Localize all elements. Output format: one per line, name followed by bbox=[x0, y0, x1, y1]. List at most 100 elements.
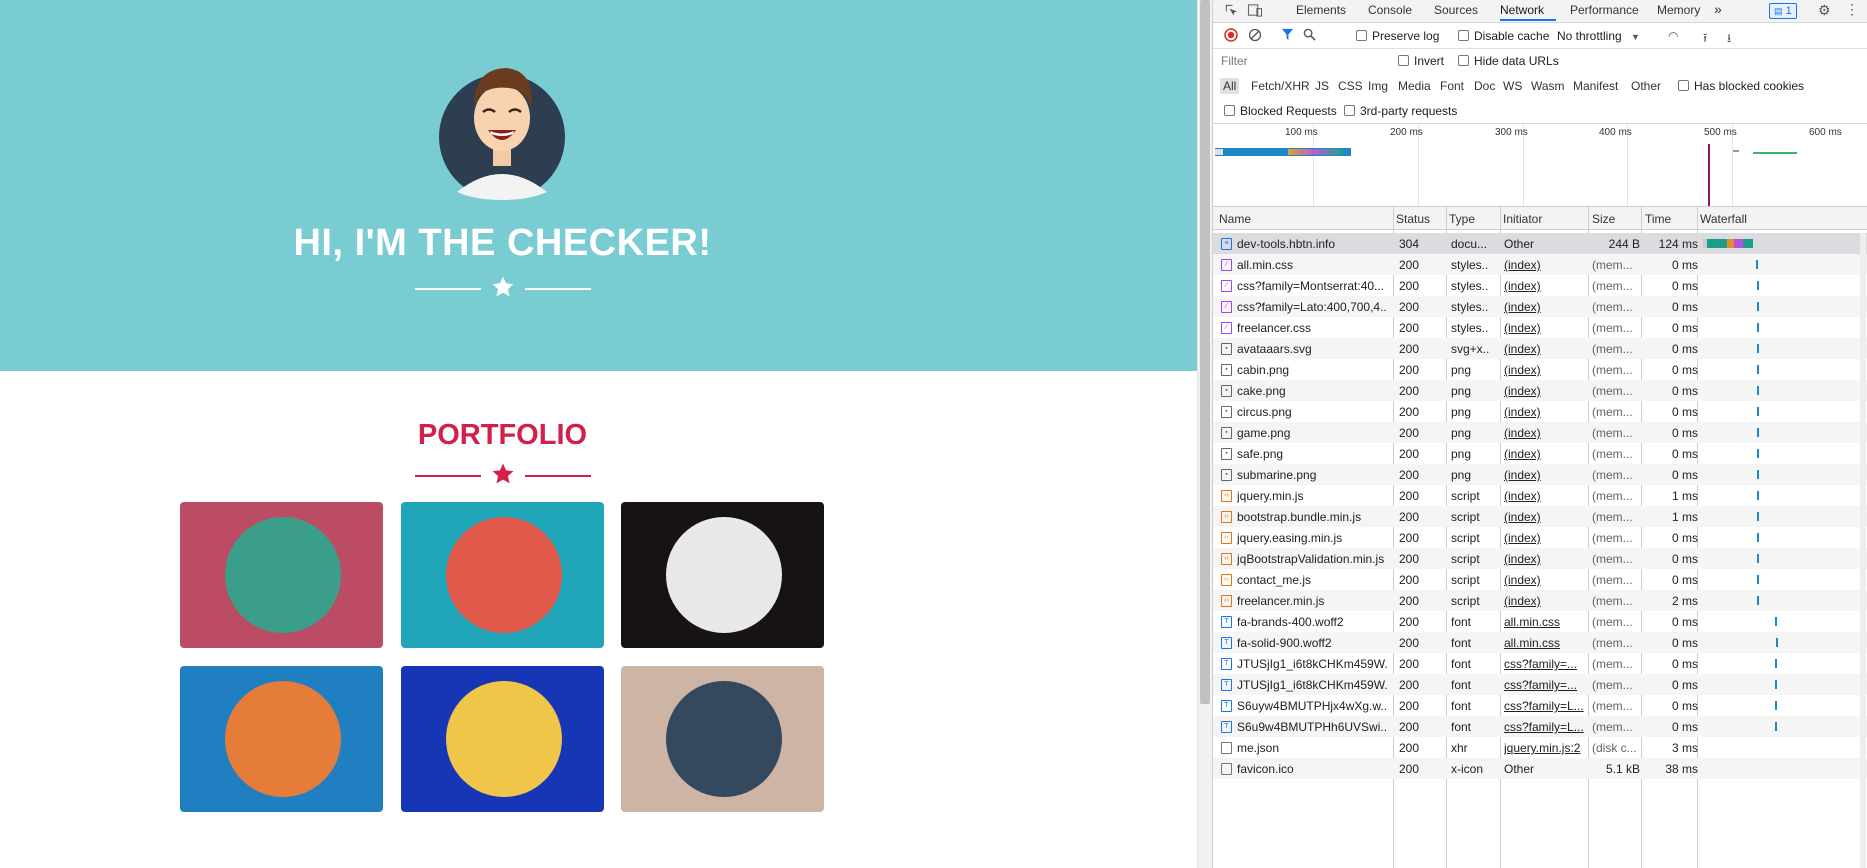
cell-initiator[interactable]: (index) bbox=[1504, 279, 1584, 293]
export-har-icon[interactable]: ⭳ bbox=[1727, 29, 1731, 50]
type-filter-css[interactable]: CSS bbox=[1338, 79, 1363, 93]
tab-performance[interactable]: Performance bbox=[1570, 3, 1639, 19]
tab-network[interactable]: Network bbox=[1500, 3, 1544, 19]
table-row[interactable]: ▪ avataaars.svg 200 svg+x... (index) (mem... 0… bbox=[1213, 338, 1867, 359]
page-scrollbar[interactable] bbox=[1197, 0, 1212, 868]
table-row[interactable]: ⁄ css?family=Montserrat:40... 200 styles...… bbox=[1213, 275, 1867, 296]
column-size[interactable]: Size bbox=[1592, 212, 1615, 226]
disable-cache-checkbox[interactable]: Disable cache bbox=[1458, 29, 1549, 43]
column-status[interactable]: Status bbox=[1396, 212, 1430, 226]
settings-gear-icon[interactable]: ⚙ bbox=[1818, 2, 1831, 19]
cell-initiator[interactable]: (index) bbox=[1504, 405, 1584, 419]
column-type[interactable]: Type bbox=[1449, 212, 1475, 226]
cell-initiator[interactable]: jquery.min.js:2 bbox=[1504, 741, 1584, 755]
table-row[interactable]: ‹› freelancer.min.js 200 script (index) (mem.… bbox=[1213, 590, 1867, 611]
type-filter-other[interactable]: Other bbox=[1631, 79, 1661, 93]
column-waterfall[interactable]: Waterfall bbox=[1700, 212, 1747, 226]
type-filter-media[interactable]: Media bbox=[1398, 79, 1431, 93]
cell-initiator[interactable]: (index) bbox=[1504, 468, 1584, 482]
filter-icon[interactable] bbox=[1281, 28, 1294, 41]
table-row[interactable]: T JTUSjIg1_i6t8kCHKm459W... 200 font css?fam… bbox=[1213, 674, 1867, 695]
table-row[interactable]: T JTUSjIg1_i6t8kCHKm459W... 200 font css?fam… bbox=[1213, 653, 1867, 674]
table-row[interactable]: ⁄ all.min.css 200 styles... (index) (mem... 0 … bbox=[1213, 254, 1867, 275]
cell-initiator[interactable]: (index) bbox=[1504, 594, 1584, 608]
cell-initiator[interactable]: (index) bbox=[1504, 573, 1584, 587]
record-stop-icon[interactable] bbox=[1224, 28, 1238, 42]
cell-initiator[interactable]: (index) bbox=[1504, 426, 1584, 440]
hide-data-urls-checkbox[interactable]: Hide data URLs bbox=[1458, 54, 1559, 68]
table-row[interactable]: Tfa-solid-900.woff2 200 font all.min.css (me… bbox=[1213, 632, 1867, 653]
portfolio-item-cake[interactable] bbox=[401, 502, 604, 648]
table-row[interactable]: ⁄ freelancer.css 200 styles... (index) (mem..… bbox=[1213, 317, 1867, 338]
column-name[interactable]: Name bbox=[1219, 212, 1251, 226]
import-har-icon[interactable]: ⭱ bbox=[1703, 29, 1707, 50]
column-time[interactable]: Time bbox=[1645, 212, 1671, 226]
cell-initiator[interactable]: (index) bbox=[1504, 342, 1584, 356]
throttling-select[interactable]: No throttling ▼ bbox=[1557, 29, 1640, 43]
cell-initiator[interactable]: all.min.css bbox=[1504, 615, 1584, 629]
table-row[interactable]: Tfa-brands-400.woff2 200 font all.min.css (m… bbox=[1213, 611, 1867, 632]
type-filter-font[interactable]: Font bbox=[1440, 79, 1464, 93]
device-toolbar-icon[interactable] bbox=[1247, 3, 1263, 18]
cell-initiator[interactable]: (index) bbox=[1504, 531, 1584, 545]
type-filter-js[interactable]: JS bbox=[1315, 79, 1329, 93]
type-filter-doc[interactable]: Doc bbox=[1474, 79, 1495, 93]
cell-initiator[interactable]: all.min.css bbox=[1504, 636, 1584, 650]
cell-initiator[interactable]: css?family=L... bbox=[1504, 699, 1584, 713]
table-row[interactable]: ‹› jquery.min.js 200 script (index) (mem... 1 … bbox=[1213, 485, 1867, 506]
search-icon[interactable] bbox=[1303, 28, 1316, 41]
filter-input[interactable] bbox=[1219, 52, 1387, 70]
cell-initiator[interactable]: css?family=... bbox=[1504, 657, 1584, 671]
table-row[interactable]: ‹› jquery.easing.min.js 200 script (index) (m… bbox=[1213, 527, 1867, 548]
type-filter-all[interactable]: All bbox=[1220, 78, 1240, 94]
cell-initiator[interactable]: (index) bbox=[1504, 447, 1584, 461]
preserve-log-checkbox[interactable]: Preserve log bbox=[1356, 29, 1439, 43]
inspect-element-icon[interactable] bbox=[1224, 3, 1239, 18]
network-overview-timeline[interactable]: 100 ms 200 ms 300 ms 400 ms 500 ms 600 m… bbox=[1213, 124, 1867, 207]
invert-checkbox[interactable]: Invert bbox=[1398, 54, 1444, 68]
issues-badge[interactable]: ▤ 1 bbox=[1769, 3, 1797, 19]
clear-icon[interactable] bbox=[1248, 28, 1262, 42]
table-row[interactable]: ‹› bootstrap.bundle.min.js 200 script (index… bbox=[1213, 506, 1867, 527]
table-row[interactable]: ⁄ css?family=Lato:400,700,4... 200 styles..… bbox=[1213, 296, 1867, 317]
table-row[interactable]: ▪ submarine.png 200 png (index) (mem... 0 ms bbox=[1213, 464, 1867, 485]
more-tabs-icon[interactable]: » bbox=[1714, 1, 1722, 17]
table-row[interactable]: ≡ dev-tools.hbtn.info 304 docu... Other 244 B… bbox=[1213, 233, 1867, 254]
network-conditions-icon[interactable]: ◠ bbox=[1668, 29, 1678, 43]
table-row[interactable]: ‹› contact_me.js 200 script (index) (mem... 0 … bbox=[1213, 569, 1867, 590]
table-row[interactable]: me.json 200 xhr jquery.min.js:2 (disk c... 3 … bbox=[1213, 737, 1867, 758]
tab-sources[interactable]: Sources bbox=[1434, 3, 1478, 19]
type-filter-img[interactable]: Img bbox=[1368, 79, 1388, 93]
third-party-checkbox[interactable]: 3rd-party requests bbox=[1344, 104, 1457, 118]
portfolio-item-game[interactable] bbox=[180, 666, 383, 812]
cell-initiator[interactable]: (index) bbox=[1504, 552, 1584, 566]
column-initiator[interactable]: Initiator bbox=[1503, 212, 1542, 226]
portfolio-item-cabin[interactable] bbox=[180, 502, 383, 648]
table-row[interactable]: ▪ game.png 200 png (index) (mem... 0 ms bbox=[1213, 422, 1867, 443]
cell-initiator[interactable]: (index) bbox=[1504, 300, 1584, 314]
cell-initiator[interactable]: (index) bbox=[1504, 363, 1584, 377]
page-scrollbar-thumb[interactable] bbox=[1200, 0, 1210, 704]
cell-initiator[interactable]: (index) bbox=[1504, 321, 1584, 335]
kebab-menu-icon[interactable]: ⋮ bbox=[1845, 1, 1859, 18]
type-filter-fetch-xhr[interactable]: Fetch/XHR bbox=[1251, 79, 1310, 93]
portfolio-item-circus[interactable] bbox=[621, 502, 824, 648]
cell-initiator[interactable]: (index) bbox=[1504, 258, 1584, 272]
requests-scrollbar[interactable] bbox=[1860, 233, 1866, 868]
table-row[interactable]: ▪ cake.png 200 png (index) (mem... 0 ms bbox=[1213, 380, 1867, 401]
table-row[interactable]: favicon.ico 200 x-icon Other 5.1 kB 38 ms bbox=[1213, 758, 1867, 779]
cell-initiator[interactable]: (index) bbox=[1504, 384, 1584, 398]
cell-initiator[interactable]: css?family=... bbox=[1504, 678, 1584, 692]
table-row[interactable]: ▪ circus.png 200 png (index) (mem... 0 ms bbox=[1213, 401, 1867, 422]
blocked-requests-checkbox[interactable]: Blocked Requests bbox=[1224, 104, 1337, 118]
has-blocked-cookies-checkbox[interactable]: Has blocked cookies bbox=[1678, 79, 1804, 93]
cell-initiator[interactable]: css?family=L... bbox=[1504, 720, 1584, 734]
type-filter-ws[interactable]: WS bbox=[1503, 79, 1522, 93]
table-row[interactable]: ‹› jqBootstrapValidation.min.js 200 script (… bbox=[1213, 548, 1867, 569]
tab-memory[interactable]: Memory bbox=[1657, 3, 1700, 19]
table-row[interactable]: T S6u9w4BMUTPHh6UVSwi... 200 font css?family… bbox=[1213, 716, 1867, 737]
type-filter-wasm[interactable]: Wasm bbox=[1531, 79, 1565, 93]
table-row[interactable]: T S6uyw4BMUTPHjx4wXg.w... 200 font css?famil… bbox=[1213, 695, 1867, 716]
cell-initiator[interactable]: (index) bbox=[1504, 489, 1584, 503]
table-row[interactable]: ▪ cabin.png 200 png (index) (mem... 0 ms bbox=[1213, 359, 1867, 380]
